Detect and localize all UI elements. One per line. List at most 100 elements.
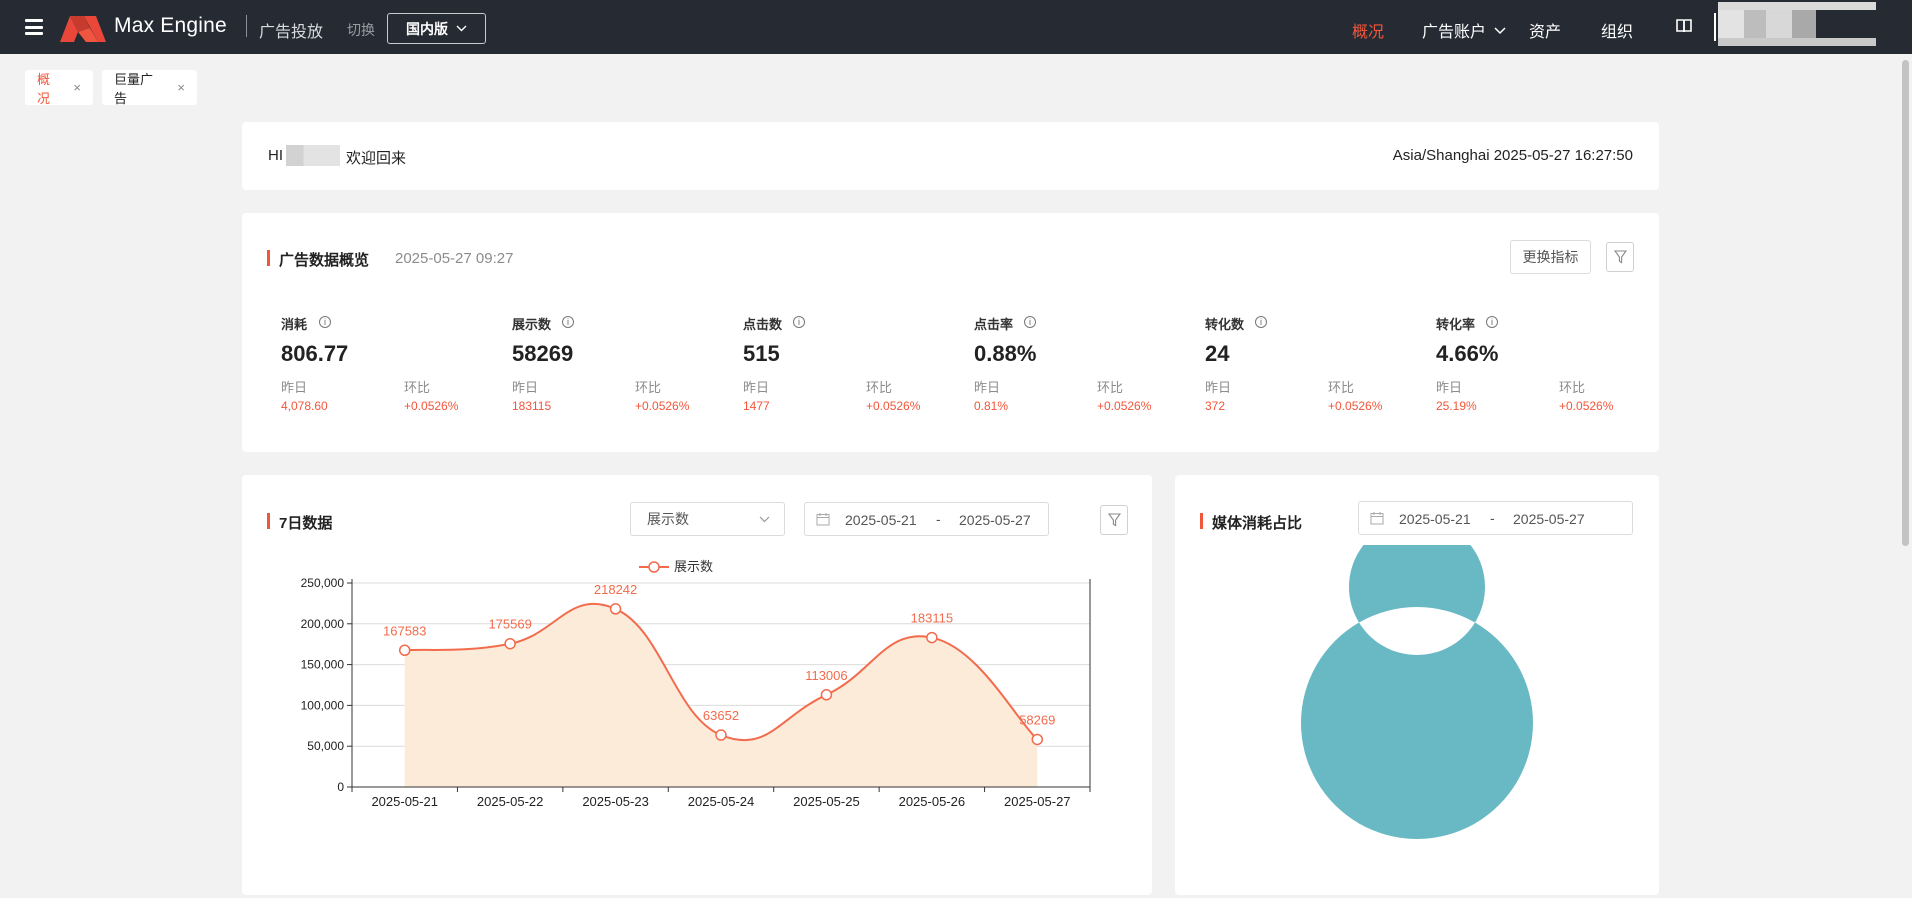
yesterday-label: 昨日	[512, 380, 539, 395]
media-spend-share-card: 媒体消耗占比 2025-05-21 - 2025-05-27 巨量广告	[1175, 475, 1659, 895]
tab-ocean-engine-label: 巨量广告	[114, 71, 154, 106]
filter-icon	[1107, 513, 1121, 527]
metric-label: 消耗	[281, 317, 308, 332]
region-select[interactable]: 国内版	[387, 13, 486, 44]
metric-label: 转化数	[1205, 317, 1245, 332]
info-icon[interactable]: i	[562, 316, 574, 328]
chevron-down-icon	[759, 516, 770, 523]
date-range-picker[interactable]: 2025-05-21 - 2025-05-27	[804, 502, 1049, 536]
data-point	[609, 603, 622, 615]
section-title: 媒体消耗占比	[1200, 512, 1302, 533]
date-range-picker[interactable]: 2025-05-21 - 2025-05-27	[1358, 501, 1633, 535]
metric-label: 点击数	[743, 317, 783, 332]
metric-select[interactable]: 展示数	[630, 502, 785, 536]
ratio-value: +0.0526%	[1328, 399, 1383, 413]
date-end[interactable]: 2025-05-27	[959, 512, 1031, 528]
greeting: HI	[268, 147, 283, 164]
info-icon[interactable]: i	[319, 316, 331, 328]
metric-label: 展示数	[512, 317, 552, 332]
scrollbar-thumb[interactable]	[1902, 60, 1909, 546]
nav-ad-accounts[interactable]: 广告账户	[1422, 18, 1506, 42]
media-spend-donut-chart: 巨量广告	[1301, 545, 1533, 839]
data-point	[1031, 733, 1044, 746]
info-icon[interactable]: i	[1024, 316, 1036, 328]
info-icon[interactable]: i	[793, 316, 805, 328]
legend-label: 展示数	[674, 559, 713, 574]
nav-assets[interactable]: 资产	[1529, 18, 1561, 42]
welcome-text: 欢迎回来	[346, 150, 407, 167]
section-title: 7日数据	[267, 512, 332, 533]
page-scrollbar[interactable]	[1900, 54, 1912, 898]
yesterday-value: 4,078.60	[281, 399, 328, 413]
yesterday-value: 372	[1205, 399, 1226, 413]
calendar-icon	[816, 513, 830, 526]
book-icon[interactable]	[1675, 17, 1693, 35]
info-icon[interactable]: i	[1255, 316, 1267, 328]
user-avatar[interactable]	[1718, 2, 1876, 46]
date-separator: -	[1490, 510, 1495, 526]
impressions-line-chart: 展示数 0 50,000 100,000 150,000 200,000 250,000 20…	[301, 559, 1091, 809]
overview-timestamp: 2025-05-27 09:27	[395, 250, 514, 267]
data-point	[926, 631, 938, 644]
yesterday-value: 183115	[512, 399, 552, 413]
nav-organization[interactable]: 组织	[1601, 18, 1633, 42]
info-icon[interactable]: i	[1486, 316, 1498, 328]
brand-name: Max Engine	[114, 14, 227, 37]
data-label: 63652	[703, 708, 739, 723]
chevron-down-icon	[1494, 27, 1506, 35]
change-metrics-button[interactable]: 更换指标	[1510, 240, 1591, 274]
yesterday-label: 昨日	[1436, 380, 1463, 395]
metric-card: 转化率 i 4.66% 昨日 环比 25.19% +0.0526%	[1436, 314, 1636, 424]
welcome-card: HI 欢迎回来 Asia/Shanghai 2025-05-27 16:27:5…	[242, 122, 1659, 190]
metric-card: 点击数 i 515 昨日 环比 1477 +0.0526%	[743, 314, 943, 424]
nav-overview[interactable]: 概况	[1352, 18, 1384, 42]
date-end[interactable]: 2025-05-27	[1513, 511, 1585, 527]
region-select-value: 国内版	[406, 20, 448, 37]
x-tick-label: 2025-05-22	[477, 794, 543, 809]
metric-select-value: 展示数	[647, 511, 689, 527]
ratio-label: 环比	[635, 380, 662, 395]
data-label: 175569	[488, 617, 531, 632]
yesterday-label: 昨日	[743, 380, 770, 395]
data-point	[504, 637, 516, 650]
tab-overview[interactable]: 概况 ×	[25, 70, 93, 106]
date-separator: -	[936, 511, 941, 527]
close-icon[interactable]: ×	[73, 80, 81, 95]
date-start[interactable]: 2025-05-21	[845, 512, 917, 528]
section-title: 广告数据概览	[267, 249, 369, 270]
data-label: 167583	[383, 623, 426, 638]
data-point	[715, 729, 727, 741]
metric-card: 展示数 i 58269 昨日 环比 183115 +0.0526%	[512, 314, 712, 424]
data-label: 218242	[594, 582, 637, 597]
date-start[interactable]: 2025-05-21	[1399, 511, 1471, 527]
metric-value: 515	[743, 341, 780, 366]
metric-value: 24	[1205, 341, 1230, 366]
module-name: 广告投放	[259, 24, 324, 41]
filter-button[interactable]	[1606, 242, 1634, 272]
menu-icon[interactable]	[25, 19, 43, 35]
filter-button[interactable]	[1100, 505, 1128, 535]
ratio-value: +0.0526%	[1097, 399, 1152, 413]
legend-marker	[648, 561, 660, 573]
yesterday-label: 昨日	[281, 380, 308, 395]
x-tick-label: 2025-05-21	[371, 794, 438, 809]
tab-ocean-engine[interactable]: 巨量广告 ×	[102, 70, 197, 106]
metric-card: 点击率 i 0.88% 昨日 环比 0.81% +0.0526%	[974, 314, 1174, 424]
y-tick-label: 50,000	[307, 739, 344, 753]
switch-label: 切换	[347, 22, 375, 38]
ratio-label: 环比	[404, 380, 431, 395]
nav-ad-accounts-label: 广告账户	[1422, 24, 1487, 41]
yesterday-label: 昨日	[974, 380, 1001, 395]
ratio-label: 环比	[866, 380, 893, 395]
y-tick-label: 100,000	[301, 698, 345, 712]
yesterday-value: 25.19%	[1436, 399, 1477, 413]
metric-value: 4.66%	[1436, 341, 1499, 366]
data-label: 58269	[1019, 712, 1055, 727]
user-name-redacted	[286, 145, 340, 166]
data-label: 113006	[805, 668, 847, 683]
metric-value: 58269	[512, 341, 574, 366]
close-icon[interactable]: ×	[177, 80, 185, 95]
pie-slice	[1301, 545, 1533, 839]
x-tick-label: 2025-05-26	[899, 794, 966, 809]
x-tick-label: 2025-05-23	[582, 794, 649, 809]
